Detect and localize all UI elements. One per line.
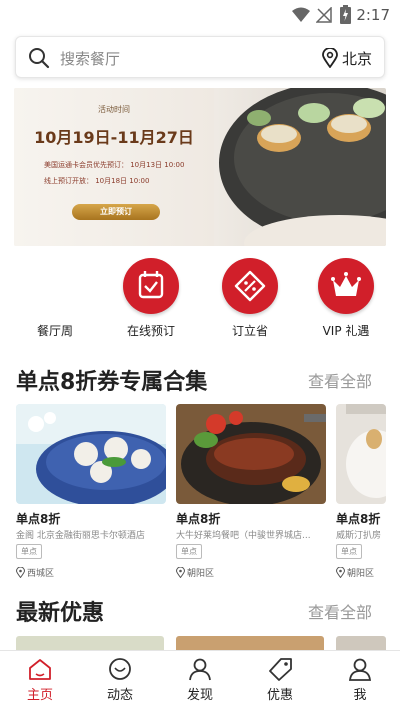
- banner-activity-label: 活动时间: [98, 105, 130, 114]
- battery-charging-icon: [340, 5, 351, 24]
- no-signal-icon: [316, 7, 332, 23]
- offer-card-preview[interactable]: [336, 636, 386, 650]
- feed-icon: [109, 658, 131, 680]
- location-pin-icon: [15, 566, 26, 579]
- tab-discover[interactable]: 发现: [160, 657, 240, 707]
- category-online-booking[interactable]: 在线预订: [106, 258, 196, 338]
- location-pin-icon: [175, 566, 186, 579]
- wifi-icon: [292, 7, 310, 22]
- banner-book-button[interactable]: 立即预订: [72, 204, 160, 220]
- deal-image: [336, 404, 386, 504]
- search-icon: [29, 48, 50, 69]
- see-all-link[interactable]: 查看全部: [308, 599, 372, 623]
- tab-label: 优惠: [266, 688, 293, 703]
- deal-restaurant: 威斯汀扒房: [336, 531, 382, 541]
- tab-label: 动态: [106, 688, 133, 703]
- tab-feed[interactable]: 动态: [80, 657, 160, 707]
- home-icon: [29, 659, 51, 680]
- status-bar: 2:17: [0, 0, 400, 30]
- offer-card-preview[interactable]: [16, 636, 164, 650]
- tab-me[interactable]: 我: [320, 657, 400, 707]
- calendar-check-icon: [123, 258, 179, 314]
- category-save[interactable]: 订立省: [205, 258, 295, 338]
- deal-badge: 单点: [336, 544, 362, 559]
- promo-banner[interactable]: 活动时间 10月19日-11月27日 美国运通卡会员优先预订： 10月13日 1…: [14, 88, 386, 246]
- deal-image: [176, 404, 326, 504]
- banner-member-line: 美国运通卡会员优先预订： 10月13日 10:00: [44, 161, 185, 169]
- search-bar[interactable]: 搜索餐厅 北京: [15, 36, 385, 78]
- status-time: 2:17: [356, 6, 390, 24]
- deal-title: 单点8折: [176, 512, 221, 526]
- deal-district: 西城区: [27, 569, 55, 579]
- deal-district: 朝阳区: [347, 569, 375, 579]
- category-row: 餐厅周 在线预订 订立省 VIP 礼遇: [0, 258, 400, 338]
- category-label: VIP 礼遇: [322, 324, 370, 338]
- deal-location: 朝阳区: [175, 566, 215, 579]
- deal-restaurant: 大牛好莱坞餐吧（中骏世界城店...: [176, 531, 311, 541]
- deal-location: 西城区: [15, 566, 55, 579]
- deal-badge: 单点: [176, 544, 202, 559]
- banner-food-image: [219, 88, 386, 246]
- bottom-tab-bar: 主页 动态 发现 优惠 我: [0, 650, 400, 711]
- tab-label: 我: [353, 688, 367, 703]
- banner-online-line: 线上预订开放： 10月18日 10:00: [44, 177, 150, 185]
- location-pin-icon: [322, 48, 338, 68]
- category-restaurant-week[interactable]: 餐厅周: [10, 258, 100, 338]
- discount-tag-icon: [222, 258, 278, 314]
- category-label: 订立省: [231, 324, 268, 338]
- deal-image: [16, 404, 166, 504]
- deal-title: 单点8折: [16, 512, 61, 526]
- banner-dates: 10月19日-11月27日: [34, 128, 194, 147]
- profile-icon: [348, 658, 372, 681]
- deal-location: 朝阳区: [336, 566, 374, 579]
- deal-card[interactable]: 单点8折 大牛好莱坞餐吧（中骏世界城店... 单点 朝阳区: [175, 404, 326, 584]
- category-label: 在线预订: [126, 324, 175, 338]
- category-vip[interactable]: VIP 礼遇: [301, 258, 391, 338]
- deal-title: 单点8折: [336, 512, 381, 526]
- location-pin-icon: [336, 566, 346, 579]
- search-input[interactable]: 搜索餐厅: [60, 48, 120, 69]
- deal-district: 朝阳区: [187, 569, 215, 579]
- category-label: 餐厅周: [36, 324, 73, 338]
- offer-card-preview[interactable]: [176, 636, 324, 650]
- see-all-link[interactable]: 查看全部: [308, 368, 372, 392]
- discover-icon: [189, 658, 211, 681]
- tab-deals[interactable]: 优惠: [240, 657, 320, 707]
- city-selector[interactable]: 北京: [342, 48, 372, 69]
- deal-badge: 单点: [16, 544, 42, 559]
- deal-card[interactable]: 单点8折 威斯汀扒房 单点 朝阳区: [336, 404, 400, 584]
- tab-label: 主页: [26, 688, 53, 703]
- section-title: 最新优惠: [16, 601, 105, 626]
- tab-label: 发现: [186, 688, 213, 703]
- deal-restaurant: 金阁 北京金融街丽思卡尔顿酒店: [16, 531, 145, 541]
- crown-icon: [318, 258, 374, 314]
- section-title: 单点8折券专属合集: [16, 370, 208, 395]
- deal-card[interactable]: 单点8折 金阁 北京金融街丽思卡尔顿酒店 单点 西城区: [15, 404, 166, 584]
- tab-home[interactable]: 主页: [0, 657, 80, 707]
- tag-icon: [269, 658, 292, 681]
